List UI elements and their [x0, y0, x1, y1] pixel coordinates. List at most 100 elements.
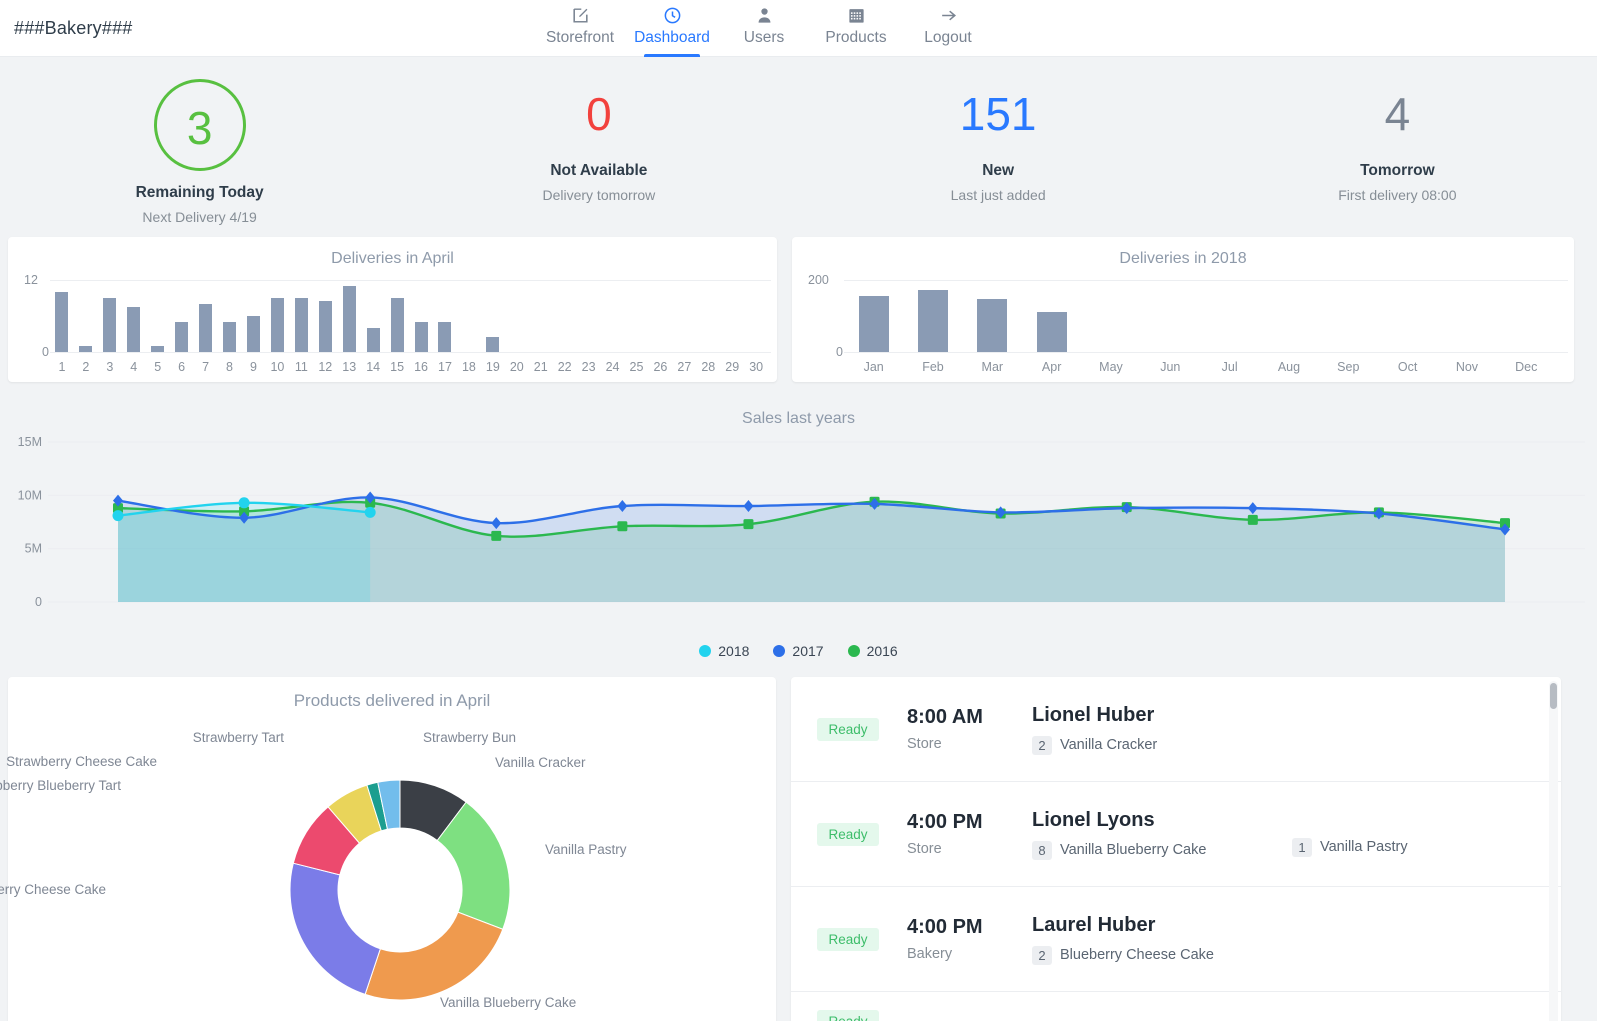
nav-label: Users — [744, 29, 784, 47]
delivery-details — [1032, 1007, 1561, 1021]
bar-slot — [50, 280, 74, 352]
y-axis-tick: 15M — [18, 435, 42, 449]
x-axis-tick: 30 — [744, 360, 768, 374]
bar-slot — [720, 280, 744, 352]
legend-item-2018[interactable]: 2018 — [699, 643, 749, 659]
data-point[interactable] — [743, 519, 753, 529]
legend-label: 2017 — [792, 643, 823, 659]
legend-label: 2018 — [718, 643, 749, 659]
stat-subtitle: Last just added — [799, 187, 1198, 203]
x-axis-tick: Sep — [1319, 360, 1378, 374]
stat-value: 0 — [399, 79, 798, 149]
bar-slot — [553, 280, 577, 352]
nav-item-products[interactable]: Products — [810, 0, 902, 57]
data-point[interactable] — [365, 507, 376, 518]
legend-swatch — [848, 645, 860, 657]
bar[interactable] — [151, 346, 164, 352]
x-axis-tick: 1 — [50, 360, 74, 374]
delivery-time: 8:00 AM — [907, 706, 1032, 729]
stat-subtitle: Delivery tomorrow — [399, 187, 798, 203]
list-scrollbar-track[interactable] — [1549, 681, 1558, 1021]
data-point[interactable] — [239, 497, 250, 508]
data-point[interactable] — [113, 510, 124, 521]
bar[interactable] — [391, 298, 404, 352]
stat-subtitle: Next Delivery 4/19 — [0, 209, 399, 225]
status-badge: Ready — [817, 718, 879, 741]
products-delivered-panel: Products delivered in April Vanilla Crac… — [8, 677, 776, 1021]
x-axis-tick: 29 — [720, 360, 744, 374]
year-bar-chart: 2000JanFebMarAprMayJunJulAugSepOctNovDec — [792, 272, 1574, 377]
stat-value: 4 — [1198, 79, 1597, 149]
nav-item-logout[interactable]: Logout — [902, 0, 994, 57]
deliveries-in-2018-panel: Deliveries in 2018 2000JanFebMarAprMayJu… — [792, 237, 1574, 382]
bar[interactable] — [127, 307, 140, 352]
bar[interactable] — [223, 322, 236, 352]
bar[interactable] — [859, 296, 889, 352]
x-axis-tick: Oct — [1378, 360, 1437, 374]
legend-item-2016[interactable]: 2016 — [848, 643, 898, 659]
bar[interactable] — [79, 346, 92, 352]
bar[interactable] — [319, 301, 332, 352]
nav-label: Logout — [924, 29, 971, 47]
bar[interactable] — [295, 298, 308, 352]
stat-card-new: 151 New Last just added — [799, 79, 1198, 225]
nav-item-storefront[interactable]: Storefront — [534, 0, 626, 57]
x-axis-tick: Apr — [1022, 360, 1081, 374]
bar[interactable] — [367, 328, 380, 352]
bar[interactable] — [175, 322, 188, 352]
donut-label: Vanilla Pastry — [545, 842, 627, 857]
x-axis-tick: Aug — [1259, 360, 1318, 374]
delivery-row[interactable]: Ready — [791, 992, 1561, 1021]
bar[interactable] — [1037, 312, 1067, 352]
chart-title-sales: Sales last years — [8, 397, 1589, 432]
bar[interactable] — [977, 299, 1007, 352]
x-axis-tick: 8 — [218, 360, 242, 374]
data-point[interactable] — [1248, 515, 1258, 525]
delivery-details: Laurel Huber2Blueberry Cheese Cake — [1032, 914, 1561, 965]
status-badge: Ready — [817, 928, 879, 951]
bar[interactable] — [247, 316, 260, 352]
x-axis-tick: Nov — [1437, 360, 1496, 374]
bar[interactable] — [486, 337, 499, 352]
bar[interactable] — [415, 322, 428, 352]
customer-name: Laurel Huber — [1032, 914, 1292, 937]
x-axis-tick: 4 — [122, 360, 146, 374]
bar-slot — [289, 280, 313, 352]
x-axis-tick: 13 — [337, 360, 361, 374]
x-axis-tick: 25 — [625, 360, 649, 374]
upcoming-deliveries-list[interactable]: Ready8:00 AMStoreLionel Huber2Vanilla Cr… — [791, 677, 1561, 1021]
x-axis-tick: 12 — [313, 360, 337, 374]
x-axis-tick: 26 — [648, 360, 672, 374]
bar[interactable] — [438, 322, 451, 352]
legend-item-2017[interactable]: 2017 — [773, 643, 823, 659]
delivery-row[interactable]: Ready4:00 PMBakeryLaurel Huber2Blueberry… — [791, 887, 1561, 992]
bar[interactable] — [55, 292, 68, 352]
donut-slice[interactable] — [365, 912, 503, 1000]
bar[interactable] — [103, 298, 116, 352]
status-badge: Ready — [817, 823, 879, 846]
bar[interactable] — [271, 298, 284, 352]
bar[interactable] — [343, 286, 356, 352]
y-axis-tick: 10M — [18, 488, 42, 502]
nav-item-users[interactable]: Users — [718, 0, 810, 57]
item-name: Vanilla Cracker — [1060, 737, 1157, 753]
bar-slot — [1378, 280, 1437, 352]
delivery-row[interactable]: Ready4:00 PMStoreLionel Lyons8Vanilla Bl… — [791, 782, 1561, 887]
list-scrollbar-thumb[interactable] — [1550, 683, 1557, 709]
data-point[interactable] — [491, 531, 501, 541]
secondary-item-block — [1292, 1007, 1542, 1021]
donut-slice[interactable] — [290, 863, 380, 994]
delivery-time: 4:00 PM — [907, 916, 1032, 939]
x-axis-tick: 15 — [385, 360, 409, 374]
item-list: 1Vanilla Pastry — [1292, 838, 1542, 857]
stat-title: New — [799, 162, 1198, 180]
bar[interactable] — [199, 304, 212, 352]
bar-slot — [313, 280, 337, 352]
data-point[interactable] — [617, 521, 627, 531]
bar-slot — [218, 280, 242, 352]
bar-slot — [1437, 280, 1496, 352]
delivery-row[interactable]: Ready8:00 AMStoreLionel Huber2Vanilla Cr… — [791, 677, 1561, 782]
delivery-place: Store — [907, 736, 1032, 752]
nav-item-dashboard[interactable]: Dashboard — [626, 0, 718, 57]
bar[interactable] — [918, 290, 948, 352]
